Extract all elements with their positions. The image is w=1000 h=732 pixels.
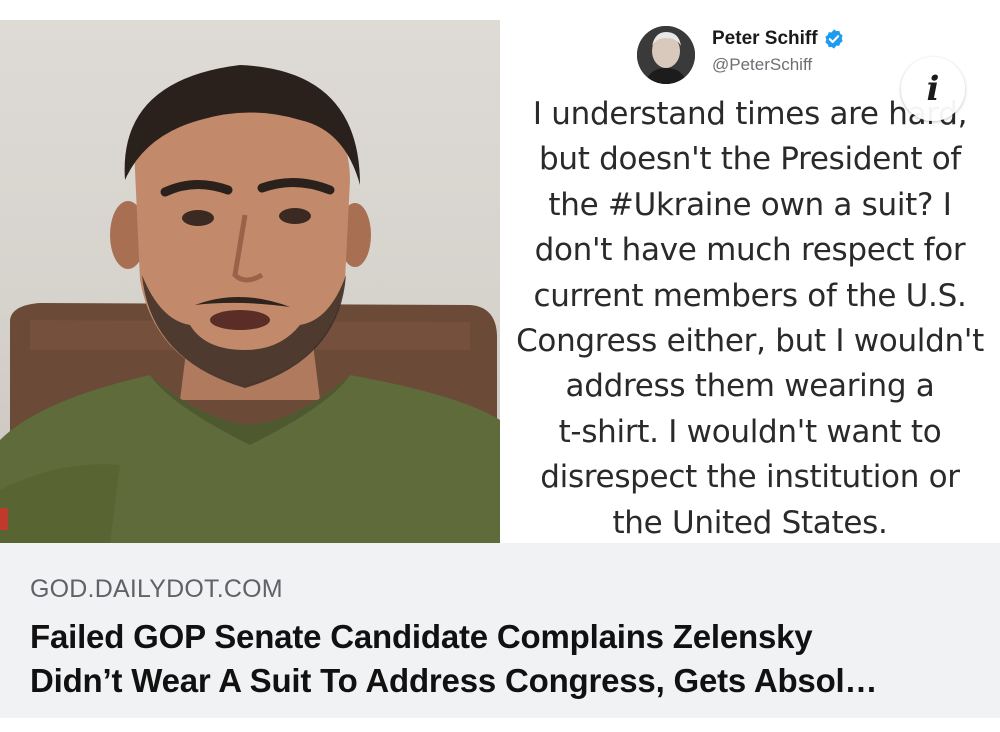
headline-line: Didn’t Wear A Suit To Address Congress, …	[30, 662, 878, 699]
info-icon: i	[926, 69, 940, 109]
tweet-line: t-shirt. I wouldn't want to	[558, 413, 942, 450]
tweet-line: the #Ukraine own a suit? I	[548, 186, 952, 223]
tweet-text: I understand times are hard, but doesn't…	[500, 92, 1000, 543]
person-photo	[0, 20, 500, 543]
preview-image[interactable]: Peter Schiff @PeterSchiff I understand t…	[0, 20, 1000, 543]
avatar	[637, 26, 695, 84]
tweet-screenshot: Peter Schiff @PeterSchiff I understand t…	[500, 20, 1000, 543]
link-preview-card[interactable]: Peter Schiff @PeterSchiff I understand t…	[0, 0, 1000, 732]
author-name: Peter Schiff	[712, 28, 818, 49]
tweet-line: but doesn't the President of	[538, 141, 962, 178]
top-spacer	[0, 0, 1000, 20]
tweet-line: disrespect the institution or	[540, 459, 960, 496]
source-domain: GOD.DAILYDOT.COM	[30, 575, 283, 603]
author-handle: @PeterSchiff	[712, 55, 813, 74]
tweet-line: don't have much respect for	[534, 232, 966, 269]
verified-badge-icon	[825, 29, 843, 49]
person-illustration	[0, 65, 500, 543]
tweet-line: Congress either, but I wouldn't	[516, 323, 984, 360]
headline-line: Failed GOP Senate Candidate Complains Ze…	[30, 618, 813, 655]
tweet-line: current members of the U.S.	[533, 277, 967, 314]
tweet-line: address them wearing a	[565, 368, 935, 405]
bottom-spacer	[0, 718, 1000, 732]
link-caption[interactable]: GOD.DAILYDOT.COM Failed GOP Senate Candi…	[0, 543, 1000, 732]
article-headline[interactable]: Failed GOP Senate Candidate Complains Ze…	[30, 615, 980, 703]
tweet-line: the United States.	[612, 504, 888, 541]
info-button[interactable]: i	[901, 57, 965, 121]
